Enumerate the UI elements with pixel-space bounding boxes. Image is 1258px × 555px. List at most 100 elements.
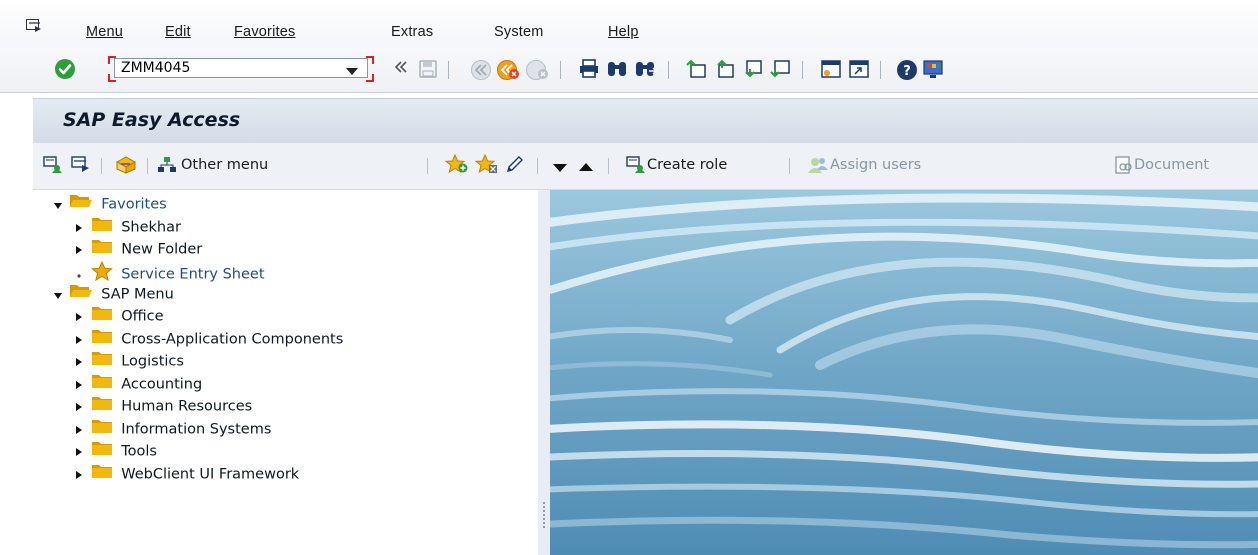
collapsed-arrow-icon[interactable]: [76, 441, 86, 463]
menu-toggle-icon[interactable]: [26, 19, 42, 37]
exit-icon[interactable]: [496, 59, 519, 81]
folder-icon: [91, 350, 113, 373]
create-shortcut-icon[interactable]: [848, 59, 870, 81]
folder-icon: [91, 440, 113, 463]
other-menu-icon[interactable]: [157, 156, 177, 178]
menu-item-favorites[interactable]: Favorites: [234, 24, 295, 40]
collapsed-arrow-icon[interactable]: [76, 351, 86, 373]
find-next-icon[interactable]: [634, 59, 658, 81]
collapsed-arrow-icon[interactable]: [76, 396, 86, 418]
collapsed-arrow-icon[interactable]: [76, 374, 86, 396]
splitter-grip-icon[interactable]: [543, 502, 545, 528]
tree-label: WebClient UI Framework: [121, 466, 300, 483]
create-role-button[interactable]: Create role: [647, 157, 727, 173]
tree-label: Office: [121, 308, 164, 325]
tree-node-human-resources[interactable]: Human Resources: [76, 395, 252, 417]
command-field-wrapper: [108, 56, 382, 82]
collapsed-arrow-icon[interactable]: [76, 217, 86, 239]
expanded-arrow-icon[interactable]: [54, 284, 64, 306]
print-icon[interactable]: [578, 59, 600, 81]
folder-icon: [91, 305, 113, 328]
assign-users-button[interactable]: Assign users: [830, 157, 921, 173]
panel-splitter[interactable]: [538, 190, 550, 555]
tree-label: Cross-Application Components: [121, 331, 344, 348]
tree-node-logistics[interactable]: Logistics: [76, 350, 184, 372]
collapsed-arrow-icon[interactable]: [76, 419, 86, 441]
tree-label: Favorites: [101, 196, 167, 213]
menu-item-help[interactable]: Help: [608, 24, 639, 40]
documentation-icon[interactable]: [1114, 156, 1134, 178]
svg-text:?: ?: [903, 64, 911, 79]
tree-label: Human Resources: [121, 398, 253, 415]
title-bar: SAP Easy Access: [33, 98, 1258, 144]
add-to-favorites-icon[interactable]: [444, 153, 469, 178]
tree-node-information-systems[interactable]: Information Systems: [76, 418, 271, 440]
folder-icon: [91, 328, 113, 351]
navigation-tree: Favorites Shekhar New Folder Service Ent…: [40, 190, 539, 555]
user-menu-icon[interactable]: [43, 156, 63, 178]
tree-label: Shekhar: [121, 219, 181, 236]
tree-node-shekhar[interactable]: Shekhar: [76, 216, 181, 238]
tree-label: Information Systems: [121, 421, 272, 438]
tree-node-sap-menu[interactable]: SAP Menu: [54, 283, 174, 305]
collapsed-arrow-icon[interactable]: [76, 464, 86, 486]
tree-label: Tools: [121, 443, 157, 460]
tree-node-webclient-ui-framework[interactable]: WebClient UI Framework: [76, 463, 299, 485]
menu-item-system[interactable]: System: [494, 24, 544, 40]
first-page-icon[interactable]: [685, 59, 707, 81]
tree-node-service-entry-sheet[interactable]: Service Entry Sheet: [76, 260, 265, 283]
save-icon[interactable]: [418, 59, 440, 81]
expanded-arrow-icon[interactable]: [54, 194, 64, 216]
tree-node-new-folder[interactable]: New Folder: [76, 238, 202, 260]
tree-node-tools[interactable]: Tools: [76, 440, 157, 462]
collapsed-arrow-icon[interactable]: [76, 306, 86, 328]
open-folder-icon: [69, 193, 93, 216]
folder-icon: [91, 216, 113, 239]
documentation-button[interactable]: Document: [1134, 157, 1209, 173]
menu-item-menu[interactable]: Menu: [86, 24, 123, 40]
tree-node-cross-application-components[interactable]: Cross-Application Components: [76, 328, 343, 350]
tree-label: Service Entry Sheet: [121, 266, 265, 283]
tree-node-favorites[interactable]: Favorites: [54, 193, 167, 215]
previous-page-icon[interactable]: [713, 59, 735, 81]
back-icon[interactable]: [470, 59, 492, 81]
folder-icon: [91, 373, 113, 396]
folder-icon: [91, 395, 113, 418]
water-ripple-image: [550, 190, 1258, 555]
tree-label: SAP Menu: [101, 286, 174, 303]
new-session-icon[interactable]: [820, 59, 842, 81]
move-favorite-up-icon[interactable]: [579, 159, 593, 175]
other-menu-button[interactable]: Other menu: [181, 157, 268, 173]
find-icon[interactable]: [606, 59, 628, 81]
sap-menu-icon[interactable]: [71, 156, 91, 178]
last-page-icon[interactable]: [769, 59, 791, 81]
move-favorite-down-icon[interactable]: [553, 160, 567, 176]
next-page-icon[interactable]: [741, 59, 763, 81]
assign-users-icon[interactable]: [807, 156, 829, 178]
tree-node-office[interactable]: Office: [76, 305, 164, 327]
menu-item-extras[interactable]: Extras: [391, 24, 433, 40]
collapsed-arrow-icon[interactable]: [76, 329, 86, 351]
expand-history-icon[interactable]: [394, 60, 416, 82]
folder-icon: [91, 418, 113, 441]
open-folder-icon: [69, 283, 93, 306]
tree-label: Accounting: [121, 376, 203, 393]
business-workplace-icon[interactable]: [115, 156, 137, 178]
enter-check-icon[interactable]: [54, 58, 76, 84]
application-toolbar: Other menu Create role Assign users Docu…: [33, 143, 1258, 190]
help-icon[interactable]: ?: [896, 59, 918, 81]
tree-label: New Folder: [121, 241, 203, 258]
tree-node-accounting[interactable]: Accounting: [76, 373, 202, 395]
delete-favorite-icon[interactable]: [474, 153, 499, 178]
change-favorites-icon[interactable]: [505, 154, 525, 178]
easy-access-background-image: [550, 190, 1258, 555]
command-field[interactable]: [114, 58, 368, 78]
customize-layout-icon[interactable]: [922, 59, 944, 81]
page-title: SAP Easy Access: [63, 109, 241, 131]
tree-label: Logistics: [121, 353, 184, 370]
command-dropdown-icon[interactable]: [346, 64, 358, 80]
menu-item-edit[interactable]: Edit: [165, 24, 191, 40]
collapsed-arrow-icon[interactable]: [76, 239, 86, 261]
cancel-icon[interactable]: [525, 59, 548, 81]
create-role-icon[interactable]: [626, 156, 646, 178]
